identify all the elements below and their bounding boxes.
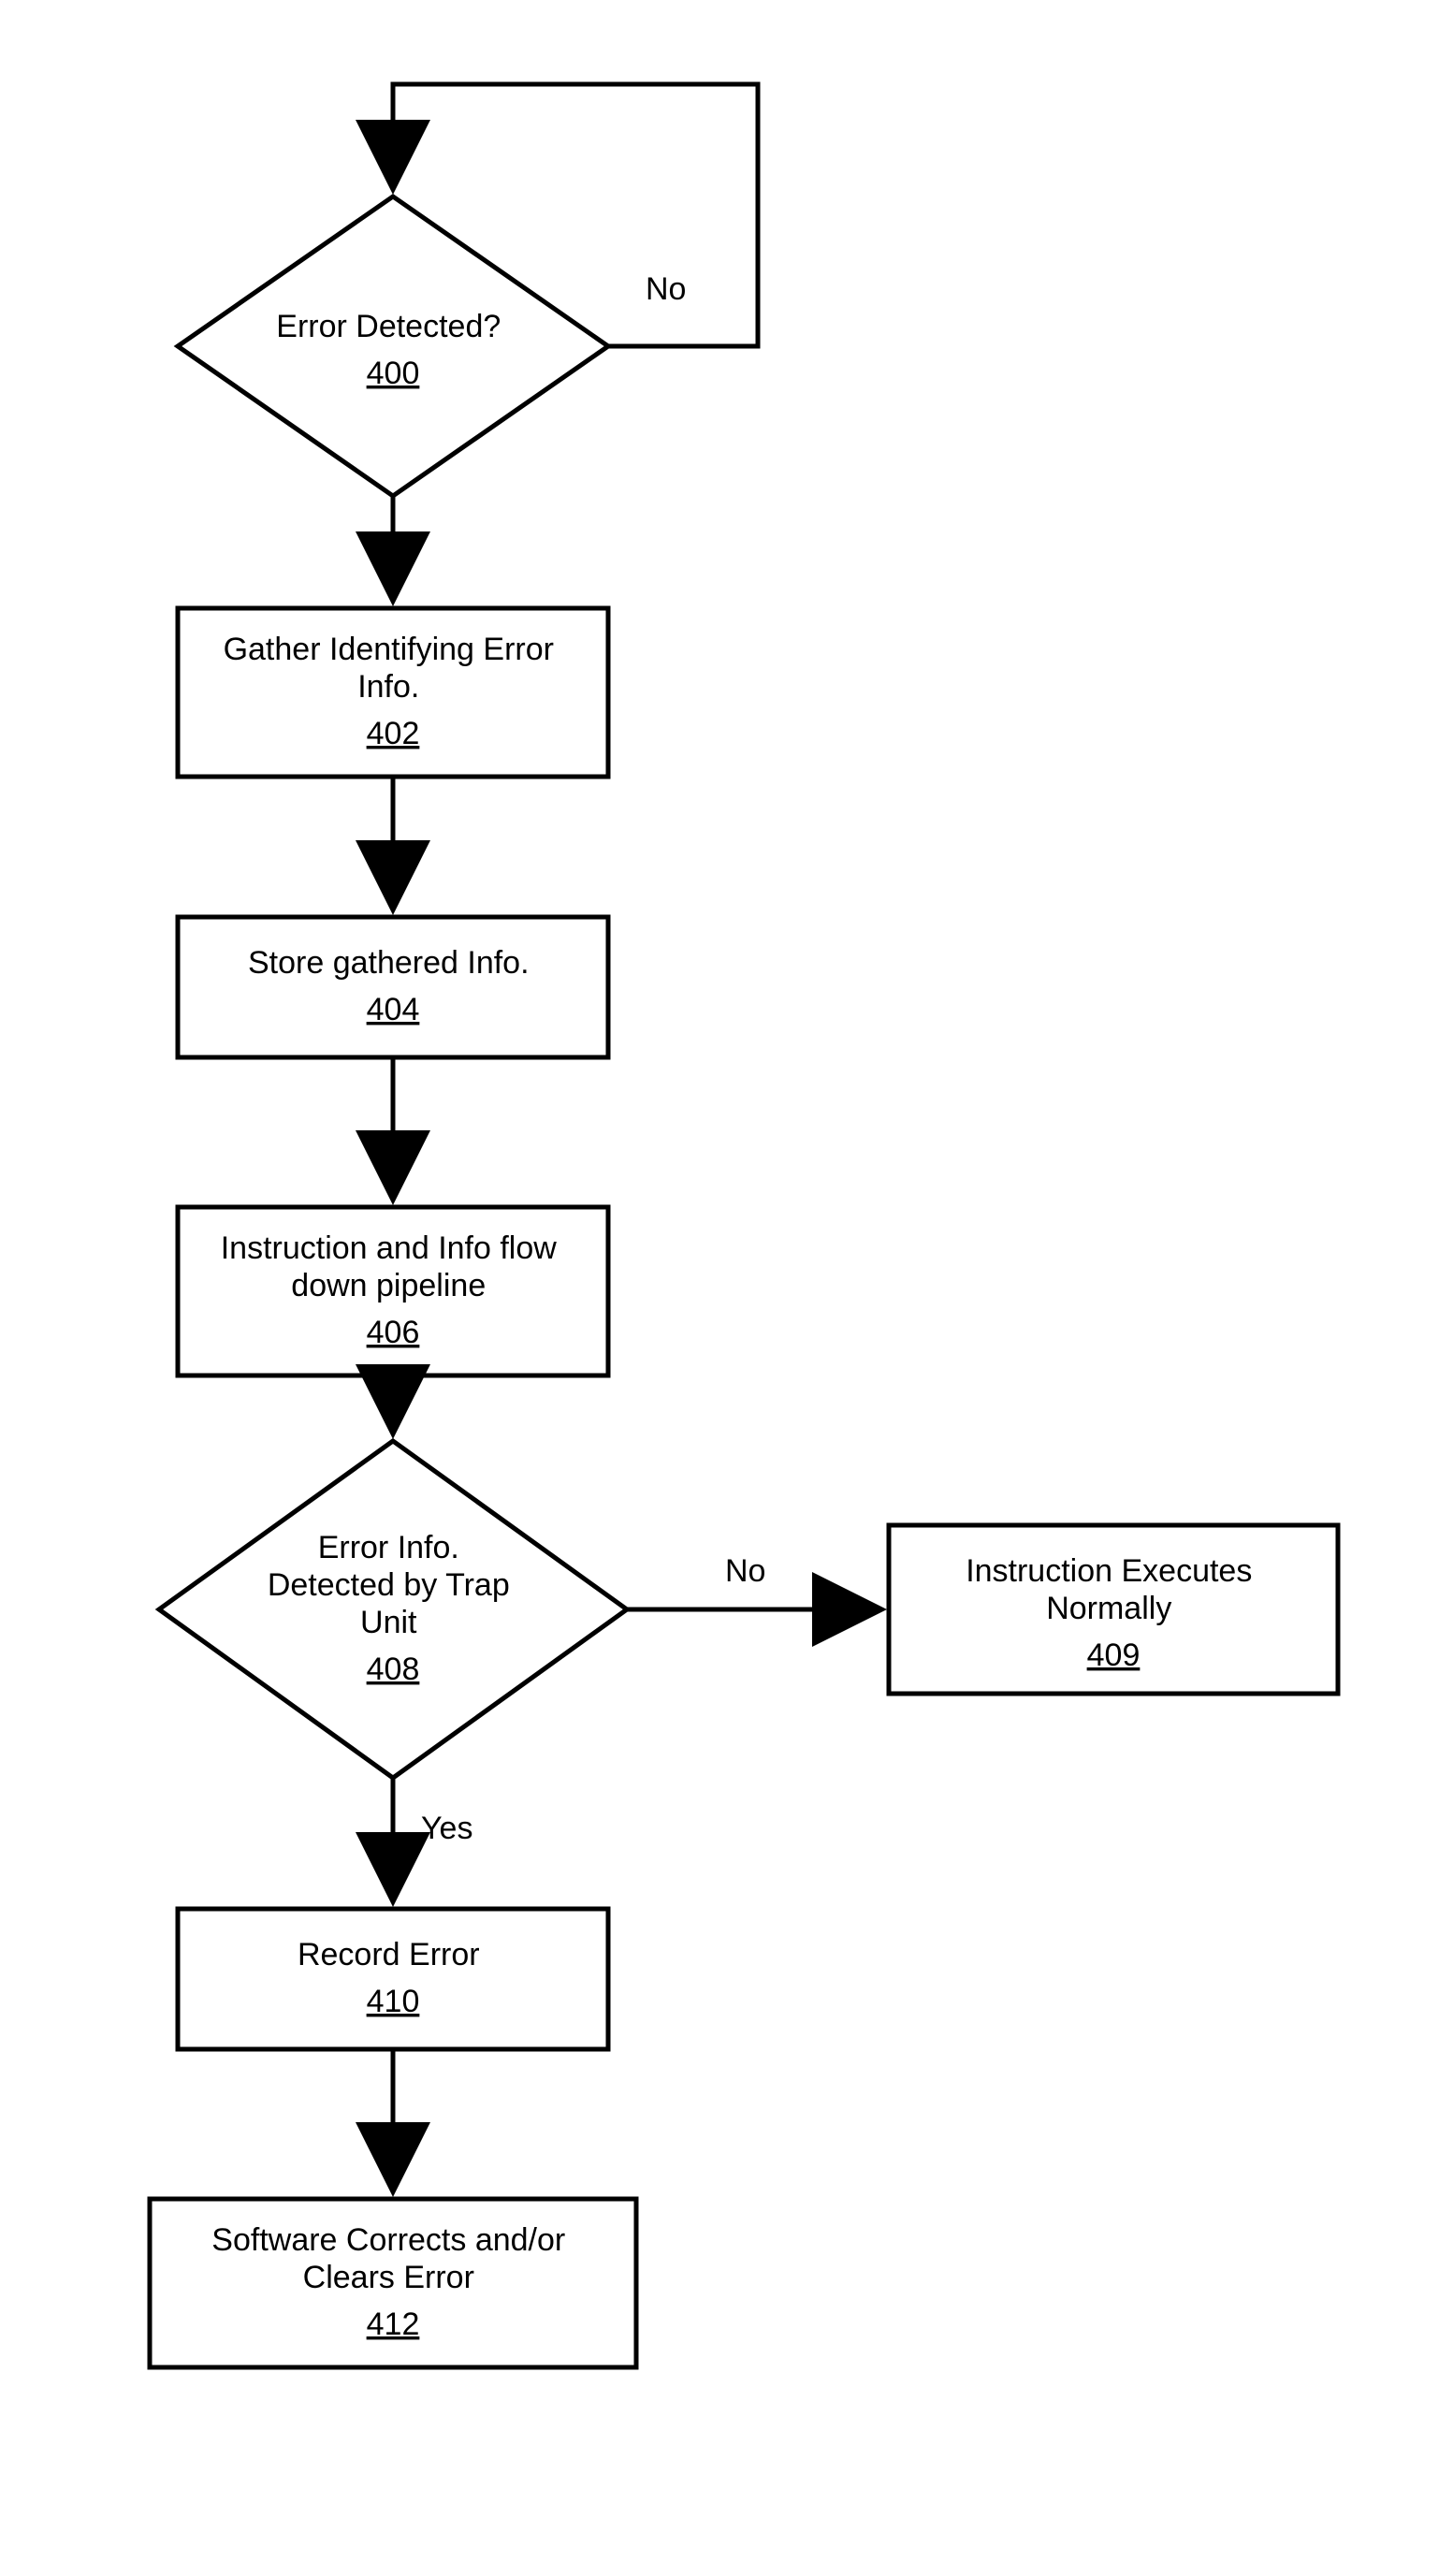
edge-408-no-409: No (627, 1553, 879, 1609)
edge-408-yes-410: Yes (393, 1778, 472, 1899)
edge-label-yes: Yes (421, 1811, 472, 1846)
edge-label-no-1: No (646, 271, 686, 307)
step-record-error: Record Error 410 (178, 1909, 608, 2049)
decision-trap-unit: Error Info. Detected by Trap Unit 408 (159, 1441, 627, 1778)
step-executes-normally: Instruction Executes Normally 409 (889, 1525, 1338, 1694)
step-software-corrects: Software Corrects and/or Clears Error 41… (150, 2199, 636, 2367)
decision-error-detected: Error Detected? 400 (178, 196, 608, 496)
edge-label-no-2: No (725, 1553, 765, 1589)
step-gather-error-info: Gather Identifying Error Info. 402 (178, 608, 608, 777)
step-store-info: Store gathered Info. 404 (178, 917, 608, 1057)
flowchart: No Error Detected? 400 Gather Identifyin… (0, 0, 1453, 2576)
step-flow-down-pipeline: Instruction and Info flow down pipeline … (178, 1207, 608, 1375)
